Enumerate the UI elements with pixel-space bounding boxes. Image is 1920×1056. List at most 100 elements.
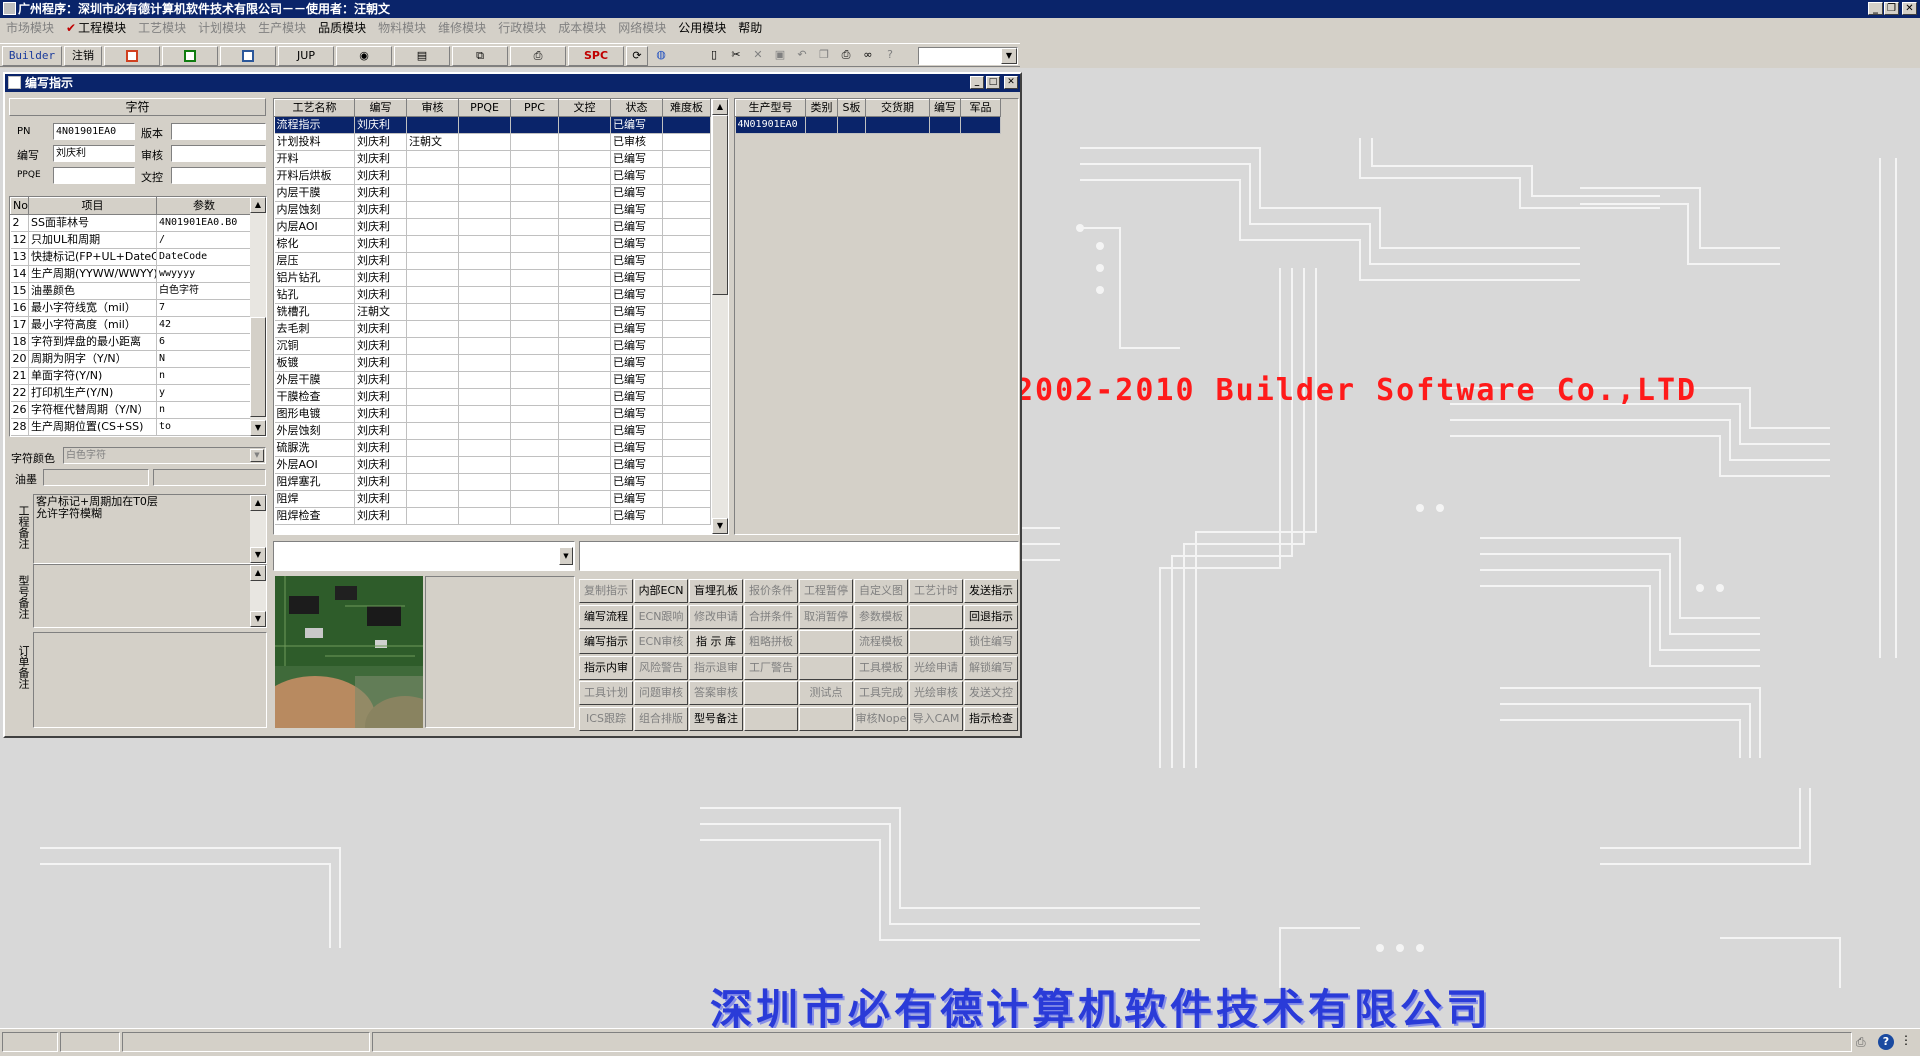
process-cell[interactable]	[558, 388, 611, 406]
toolbar-combo[interactable]: ▼	[918, 47, 1018, 65]
param-row[interactable]: 16 最小字符线宽（mil） 7	[10, 299, 252, 317]
param-cell-no[interactable]: 17	[10, 316, 29, 334]
process-cell[interactable]: 刘庆利	[354, 354, 407, 372]
save-button[interactable]: ▣	[770, 46, 790, 66]
process-cell[interactable]	[510, 201, 559, 219]
action-button[interactable]: 取消暂停	[799, 604, 853, 629]
model-note-textarea[interactable]: ▲ ▼	[33, 564, 267, 628]
process-cell[interactable]: 刘庆利	[354, 269, 407, 287]
process-row[interactable]: 外层干膜 刘庆利 已编写	[274, 371, 711, 389]
param-cell-item[interactable]: 生产周期(YYWW/WWYY)	[28, 265, 157, 283]
param-scrollbar[interactable]: ▲ ▼	[250, 197, 266, 436]
model-row[interactable]: 4N01901EA0	[735, 116, 1001, 134]
action-button[interactable]: 导入CAM	[909, 706, 963, 731]
process-cell[interactable]	[662, 184, 711, 202]
process-cell[interactable]: 已编写	[610, 371, 663, 389]
action-button[interactable]: ECN审核	[634, 630, 688, 654]
action-button[interactable]: 指示退审	[689, 655, 743, 680]
close-button[interactable]: ✕	[1902, 2, 1917, 15]
menu-item[interactable]: 工程模块	[76, 18, 132, 38]
process-cell[interactable]	[406, 371, 459, 389]
network-button[interactable]: ⧉	[452, 46, 508, 66]
process-cell[interactable]	[662, 388, 711, 406]
process-cell[interactable]	[458, 354, 511, 372]
model-cell[interactable]	[837, 116, 866, 134]
process-cell[interactable]: 刘庆利	[354, 235, 407, 253]
process-cell[interactable]	[558, 405, 611, 423]
process-cell[interactable]: 已编写	[610, 235, 663, 253]
process-cell[interactable]	[662, 405, 711, 423]
process-cell[interactable]	[510, 150, 559, 168]
process-cell[interactable]	[510, 184, 559, 202]
process-cell[interactable]	[558, 269, 611, 287]
action-button[interactable]: 工厂警告	[744, 655, 798, 680]
process-cell[interactable]	[662, 320, 711, 338]
param-cell-value[interactable]: n	[156, 401, 252, 419]
param-cell-item[interactable]: 字符框代替周期（Y/N）	[28, 401, 157, 419]
process-cell[interactable]: 刘庆利	[354, 320, 407, 338]
process-cell[interactable]	[406, 269, 459, 287]
process-cell[interactable]: 已编写	[610, 456, 663, 474]
process-cell[interactable]	[662, 150, 711, 168]
cut-button[interactable]: ✂	[726, 46, 746, 66]
preview-button[interactable]: ◉	[336, 46, 392, 66]
process-row[interactable]: 干膜检查 刘庆利 已编写	[274, 388, 711, 406]
process-cell[interactable]	[662, 354, 711, 372]
char-color-select[interactable]: 白色字符	[63, 447, 266, 464]
process-cell[interactable]	[458, 235, 511, 253]
param-row[interactable]: 20 周期为阴字（Y/N） N	[10, 350, 252, 368]
process-cell[interactable]	[510, 133, 559, 151]
action-button[interactable]: 指示检查	[964, 706, 1018, 731]
scroll-down-icon[interactable]: ▼	[250, 420, 266, 436]
process-cell[interactable]: 刘庆利	[354, 507, 407, 525]
process-cell[interactable]: 硫脲洗	[274, 439, 355, 457]
process-cell[interactable]: 已编写	[610, 439, 663, 457]
process-scrollbar[interactable]: ▲ ▼	[712, 99, 728, 534]
process-cell[interactable]	[662, 269, 711, 287]
process-cell[interactable]	[558, 167, 611, 185]
param-row[interactable]: 22 打印机生产(Y/N) y	[10, 384, 252, 402]
param-row[interactable]: 2 SS面菲林号 4N01901EA0.B0	[10, 214, 252, 232]
param-cell-item[interactable]: 最小字符高度（mil）	[28, 316, 157, 334]
action-button[interactable]: 合拼条件	[744, 604, 798, 629]
menu-item[interactable]: 维修模块	[432, 18, 492, 38]
param-row[interactable]: 21 单面字符(Y/N) n	[10, 367, 252, 385]
pn-field[interactable]: 4N01901EA0	[53, 123, 135, 140]
process-cell[interactable]: 阻焊	[274, 490, 355, 508]
action-button[interactable]: 报价条件	[744, 579, 798, 603]
process-cell[interactable]: 刘庆利	[354, 439, 407, 457]
param-row[interactable]: 26 字符框代替周期（Y/N） n	[10, 401, 252, 419]
action-button[interactable]: 回退指示	[964, 604, 1018, 629]
help-status-icon[interactable]: ?	[1878, 1034, 1894, 1050]
process-cell[interactable]: 刘庆利	[354, 473, 407, 491]
action-button[interactable]: ICS跟踪	[579, 706, 633, 731]
param-cell-value[interactable]: /	[156, 231, 252, 249]
document-button[interactable]: ▤	[394, 46, 450, 66]
process-cell[interactable]: 干膜检查	[274, 388, 355, 406]
process-cell[interactable]	[662, 303, 711, 321]
process-cell[interactable]	[558, 507, 611, 525]
action-button[interactable]: 光绘申请	[909, 655, 963, 680]
process-cell[interactable]: 刘庆利	[354, 252, 407, 270]
process-cell[interactable]	[662, 422, 711, 440]
process-cell[interactable]	[458, 388, 511, 406]
action-button-empty[interactable]	[909, 604, 963, 629]
process-cell[interactable]	[406, 286, 459, 304]
process-cell[interactable]	[510, 286, 559, 304]
process-cell[interactable]	[558, 235, 611, 253]
process-cell[interactable]: 钻孔	[274, 286, 355, 304]
process-cell[interactable]	[406, 235, 459, 253]
process-cell[interactable]	[458, 422, 511, 440]
process-cell[interactable]: 刘庆利	[354, 422, 407, 440]
menu-item[interactable]: 行政模块	[492, 18, 552, 38]
process-header[interactable]: 编写	[354, 99, 407, 117]
process-cell[interactable]	[458, 371, 511, 389]
model-header[interactable]: 生产型号	[735, 99, 806, 117]
process-cell[interactable]	[662, 218, 711, 236]
window-minimize-button[interactable]: _	[970, 76, 984, 89]
process-cell[interactable]: 已编写	[610, 116, 663, 134]
process-cell[interactable]	[406, 507, 459, 525]
menu-item[interactable]: 公用模块	[672, 18, 732, 38]
process-cell[interactable]	[558, 252, 611, 270]
action-button[interactable]: 工具模板	[854, 655, 908, 680]
